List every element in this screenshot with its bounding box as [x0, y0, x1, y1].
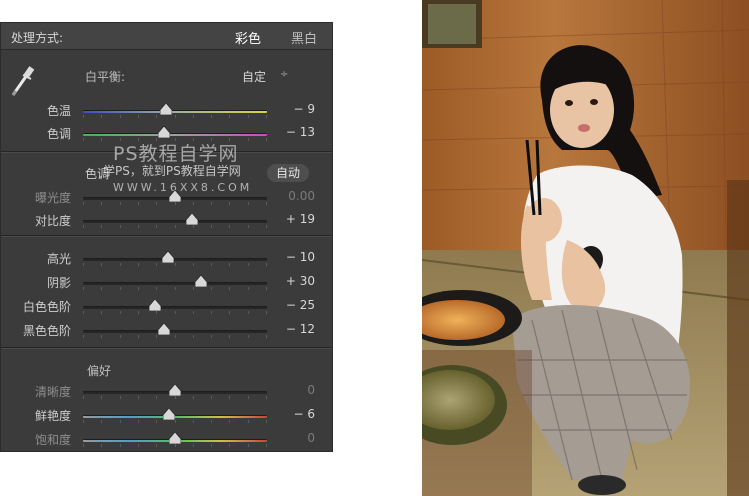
- slider-label: 鲜艳度: [34, 409, 71, 423]
- slider-ticks: [83, 263, 267, 267]
- chevron-updown-icon[interactable]: ÷: [280, 69, 288, 80]
- white-balance-select[interactable]: 自定: [242, 68, 266, 85]
- preference-label: 偏好: [87, 364, 112, 378]
- slider-track[interactable]: [83, 133, 267, 136]
- slider-ticks: [83, 420, 267, 424]
- slider-track[interactable]: [83, 282, 267, 285]
- slider-ticks: [83, 202, 267, 206]
- slider-value[interactable]: − 25: [277, 298, 315, 312]
- slider-value[interactable]: 0: [277, 383, 315, 397]
- slider-thumb[interactable]: [185, 213, 198, 225]
- slider-thumb[interactable]: [169, 384, 181, 396]
- slider-value[interactable]: 0.00: [277, 189, 315, 203]
- slider-label: 对比度: [34, 214, 71, 228]
- slider-ticks: [83, 444, 267, 448]
- slider-label: 黑色色阶: [22, 324, 71, 338]
- slider-thumb[interactable]: [161, 251, 174, 263]
- slider-value[interactable]: − 13: [277, 125, 315, 139]
- slider-label: 清晰度: [34, 385, 71, 399]
- slider-ticks: [83, 311, 267, 315]
- slider-thumb[interactable]: [157, 323, 170, 335]
- develop-panel: 处理方式: 彩色 黑白 白平衡: 自定 ÷ 色温 − 9 色调 − 13 色调 自动 …: [0, 22, 333, 452]
- slider-track[interactable]: [83, 306, 267, 309]
- slider-ticks: [83, 396, 267, 400]
- slider-ticks: [83, 225, 267, 229]
- slider-label: 高光: [46, 252, 71, 266]
- slider-value[interactable]: + 30: [277, 274, 315, 288]
- slider-thumb[interactable]: [169, 432, 181, 444]
- slider-value[interactable]: − 9: [277, 102, 315, 116]
- slider-track[interactable]: [83, 330, 267, 333]
- slider-label: 色温: [46, 104, 71, 118]
- slider-label: 阴影: [46, 276, 71, 290]
- auto-tone-button[interactable]: 自动: [267, 164, 309, 182]
- eyedropper-icon[interactable]: [9, 61, 37, 101]
- divider: [1, 348, 332, 349]
- slider-thumb[interactable]: [163, 408, 176, 420]
- slider-value[interactable]: − 10: [277, 250, 315, 264]
- white-balance-label: 白平衡:: [85, 70, 126, 84]
- divider: [1, 236, 332, 237]
- slider-track[interactable]: [83, 110, 267, 113]
- watermark-text: 学PS，就到PS教程自学网: [103, 164, 241, 178]
- slider-label: 曝光度: [34, 191, 71, 205]
- slider-ticks: [83, 287, 267, 291]
- slider-thumb[interactable]: [157, 126, 170, 138]
- slider-track[interactable]: [83, 220, 267, 223]
- slider-label: 色调: [46, 127, 71, 141]
- treatment-color-option[interactable]: 彩色: [235, 28, 261, 47]
- treatment-bw-option[interactable]: 黑白: [291, 28, 317, 47]
- slider-label: 饱和度: [34, 433, 71, 447]
- slider-thumb[interactable]: [194, 275, 207, 287]
- slider-thumb[interactable]: [169, 190, 181, 202]
- treatment-label: 处理方式:: [11, 31, 64, 45]
- slider-track[interactable]: [83, 258, 267, 261]
- slider-value[interactable]: 0: [277, 431, 315, 445]
- woman-with-chopsticks-photo: [422, 0, 749, 496]
- slider-value[interactable]: + 19: [277, 212, 315, 226]
- slider-thumb[interactable]: [148, 299, 161, 311]
- treatment-header: 处理方式: 彩色 黑白: [1, 23, 332, 50]
- slider-label: 白色色阶: [22, 300, 71, 314]
- watermark-text: WWW.16XX8.COM: [113, 181, 253, 194]
- slider-ticks: [83, 115, 267, 119]
- slider-value[interactable]: − 12: [277, 322, 315, 336]
- slider-ticks: [83, 335, 267, 339]
- slider-value[interactable]: − 6: [277, 407, 315, 421]
- slider-thumb[interactable]: [159, 103, 172, 115]
